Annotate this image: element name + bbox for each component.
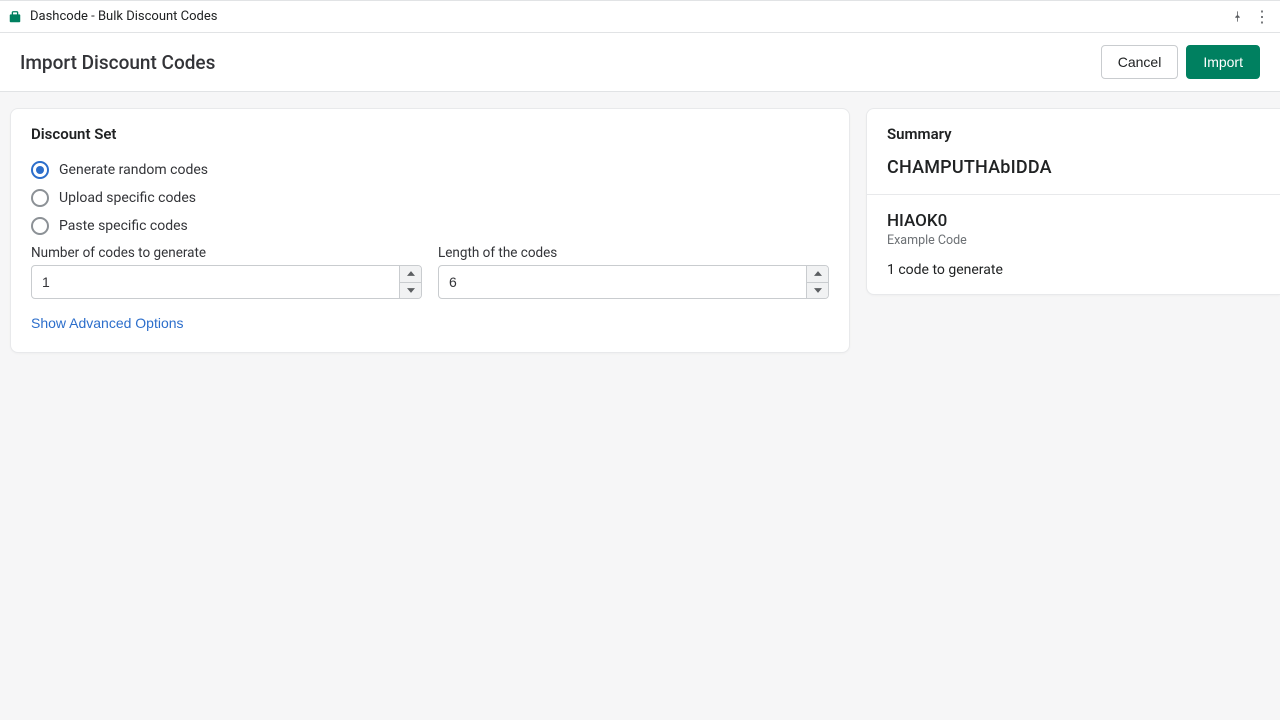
summary-discount-name: CHAMPUTHAbIDDA [887,157,1260,178]
example-code-value: HIAOK0 [887,211,1260,231]
radio-upload-specific[interactable]: Upload specific codes [31,187,829,209]
num-codes-spinner [399,266,421,298]
code-length-down-button[interactable] [807,283,828,299]
radio-label: Generate random codes [59,162,208,178]
num-codes-input-wrap [31,265,422,299]
app-bar-left: Dashcode - Bulk Discount Codes [8,9,217,24]
page-header: Import Discount Codes Cancel Import [0,33,1280,92]
num-codes-input[interactable] [32,266,399,298]
discount-set-card: Discount Set Generate random codes Uploa… [10,108,850,353]
radio-label: Paste specific codes [59,218,188,234]
field-row: Number of codes to generate [31,245,829,299]
code-length-spinner [806,266,828,298]
content-area: Discount Set Generate random codes Uploa… [0,92,1280,369]
pin-icon[interactable] [1230,10,1244,24]
num-codes-down-button[interactable] [400,283,421,299]
radio-generate-random[interactable]: Generate random codes [31,159,829,181]
import-button[interactable]: Import [1186,45,1260,79]
radio-paste-specific[interactable]: Paste specific codes [31,215,829,237]
side-column: Summary CHAMPUTHAbIDDA HIAOK0 Example Co… [866,108,1280,353]
summary-card: Summary CHAMPUTHAbIDDA HIAOK0 Example Co… [866,108,1280,295]
radio-icon [31,161,49,179]
cancel-button[interactable]: Cancel [1101,45,1179,79]
num-codes-field: Number of codes to generate [31,245,422,299]
num-codes-up-button[interactable] [400,266,421,283]
radio-icon [31,189,49,207]
header-actions: Cancel Import [1101,45,1260,79]
code-source-radio-group: Generate random codes Upload specific co… [31,159,829,237]
code-length-input-wrap [438,265,829,299]
more-icon[interactable]: ⋮ [1254,9,1272,25]
code-length-label: Length of the codes [438,245,829,261]
page-title: Import Discount Codes [20,51,215,74]
app-bar-right: ⋮ [1230,9,1272,25]
summary-body-section: HIAOK0 Example Code 1 code to generate [867,195,1280,294]
main-column: Discount Set Generate random codes Uploa… [10,108,850,353]
summary-header-section: Summary CHAMPUTHAbIDDA [867,109,1280,194]
summary-title: Summary [887,125,1260,143]
num-codes-label: Number of codes to generate [31,245,422,261]
app-title: Dashcode - Bulk Discount Codes [30,9,217,24]
radio-label: Upload specific codes [59,190,196,206]
code-length-field: Length of the codes [438,245,829,299]
radio-icon [31,217,49,235]
app-logo-icon [8,10,22,24]
generate-count-text: 1 code to generate [887,262,1260,278]
show-advanced-link[interactable]: Show Advanced Options [31,315,184,331]
app-bar: Dashcode - Bulk Discount Codes ⋮ [0,1,1280,33]
example-code-label: Example Code [887,233,1260,248]
discount-set-title: Discount Set [31,125,829,143]
code-length-input[interactable] [439,266,806,298]
code-length-up-button[interactable] [807,266,828,283]
